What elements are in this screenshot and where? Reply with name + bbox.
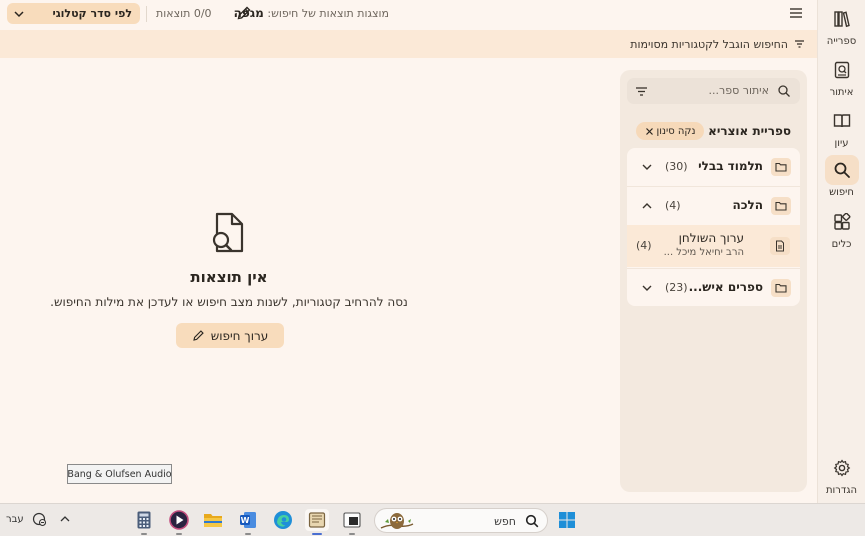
running-indicator	[312, 533, 322, 535]
locate-icon	[825, 55, 859, 85]
rail-label: עיון	[834, 138, 849, 149]
library-icon	[825, 4, 859, 34]
media-player-icon[interactable]	[167, 509, 191, 535]
divider	[146, 6, 147, 22]
close-icon	[645, 127, 653, 135]
category-tree: תלמוד בבלי (30) הלכה (4) ערוך השולחן הרב…	[627, 148, 800, 306]
gear-icon	[825, 453, 859, 483]
tree-item-aruch-hashulchan[interactable]: ערוך השולחן הרב יחיאל מיכל ... (4)	[627, 225, 800, 267]
search-placeholder: איתור ספר...	[708, 84, 769, 97]
tree-item-title: תלמוד בבלי	[698, 159, 763, 173]
tree-item-talmud-bavli[interactable]: תלמוד בבלי (30)	[627, 148, 800, 186]
chevron-down-icon	[14, 10, 24, 17]
tools-icon	[825, 207, 859, 237]
query-term: מגפה	[233, 6, 264, 20]
rail-label: כלים	[831, 239, 852, 250]
clear-filter-label: נקה סינון	[656, 125, 696, 137]
rail-item-library[interactable]: ספרייה	[818, 4, 865, 47]
query-description: מוצגות תוצאות של חיפוש: מגפה	[234, 6, 389, 20]
rail-label: הגדרות	[825, 485, 858, 496]
running-indicator	[141, 533, 147, 535]
filter-icon	[794, 39, 805, 49]
language-indicator[interactable]: עבר	[6, 514, 24, 525]
terminal-icon[interactable]	[340, 509, 364, 535]
clear-filter-chip[interactable]: נקה סינון	[636, 122, 704, 140]
filter-banner: החיפוש הוגבל לקטגוריות מסוימות	[0, 30, 817, 58]
search-icon	[525, 514, 539, 528]
top-toolbar: לפי סדר קטלוגי 0/0 תוצאות מוצגות תוצאות …	[0, 0, 817, 28]
taskbar-search[interactable]: חפש	[374, 508, 548, 533]
running-indicator	[245, 533, 251, 535]
empty-state-title: אין תוצאות	[190, 268, 268, 286]
sort-label: לפי סדר קטלוגי	[52, 7, 132, 20]
library-label: ספריית אוצריא	[708, 124, 791, 138]
file-search-icon	[209, 211, 247, 255]
menu-button[interactable]	[788, 6, 804, 20]
taskbar-search-text: חפש	[494, 515, 516, 528]
owl-icon	[379, 510, 415, 532]
rail-item-read[interactable]: עיון	[818, 106, 865, 149]
nav-rail: ספרייה איתור עיון חיפוש כלים הגדרות	[817, 0, 865, 503]
edge-icon[interactable]	[271, 509, 295, 531]
calculator-icon[interactable]	[132, 509, 156, 535]
audio-tooltip: Bang & Olufsen Audio	[67, 464, 172, 484]
word-icon[interactable]: W	[236, 509, 260, 535]
tree-item-count: (4)	[636, 239, 652, 252]
tree-item-count: (4)	[665, 199, 681, 212]
folder-icon	[771, 158, 791, 176]
chevron-down-icon[interactable]	[641, 161, 653, 173]
rail-label: חיפוש	[829, 187, 854, 198]
edit-search-button[interactable]: ערוך חיפוש	[176, 323, 284, 348]
search-icon	[824, 155, 859, 185]
filter-button[interactable]	[635, 86, 648, 97]
svg-text:W: W	[241, 516, 250, 525]
file-explorer-icon[interactable]	[201, 509, 225, 531]
book-open-icon	[825, 106, 859, 136]
running-indicator	[176, 533, 182, 535]
tree-item-title: ערוך השולחן	[678, 231, 744, 245]
folder-icon	[771, 279, 791, 297]
search-icon	[777, 84, 791, 98]
tree-item-title: הלכה	[732, 198, 763, 212]
windows-start-icon[interactable]	[555, 509, 579, 531]
tree-item-subtitle: הרב יחיאל מיכל ...	[663, 247, 744, 258]
taskbar: עבר W חפש	[0, 503, 865, 536]
chevron-up-icon[interactable]	[641, 200, 653, 212]
book-search-input[interactable]: איתור ספר...	[627, 78, 800, 104]
category-panel: איתור ספר... ספריית אוצריא נקה סינון תלמ…	[620, 70, 807, 492]
filter-icon	[636, 87, 647, 96]
tree-item-title: ספרים איש...	[688, 280, 763, 294]
rail-label: ספרייה	[826, 36, 857, 47]
otzaria-icon[interactable]	[305, 509, 329, 535]
hamburger-icon	[790, 8, 802, 18]
rail-item-search[interactable]: חיפוש	[818, 155, 865, 198]
results-count: 0/0 תוצאות	[156, 7, 212, 20]
edit-search-label: ערוך חיפוש	[210, 328, 269, 343]
rail-item-settings[interactable]: הגדרות	[818, 453, 865, 496]
folder-icon	[771, 197, 791, 215]
chevron-up-icon[interactable]	[59, 514, 71, 524]
tree-item-sefarim-ish[interactable]: ספרים איש... (23)	[627, 269, 800, 306]
tree-item-halacha[interactable]: הלכה (4)	[627, 187, 800, 225]
empty-state-subtitle: נסה להרחיב קטגוריות, לשנות מצב חיפוש או …	[50, 295, 408, 309]
tree-item-count: (30)	[665, 160, 688, 173]
rail-item-tools[interactable]: כלים	[818, 207, 865, 250]
pencil-icon	[192, 330, 204, 341]
network-icon[interactable]	[32, 512, 47, 527]
banner-text: החיפוש הוגבל לקטגוריות מסוימות	[630, 38, 788, 51]
rail-item-locate[interactable]: איתור	[818, 55, 865, 98]
tree-item-count: (23)	[665, 281, 688, 294]
query-prefix: מוצגות תוצאות של חיפוש:	[267, 7, 389, 20]
rail-label: איתור	[829, 87, 854, 98]
running-indicator	[349, 533, 355, 535]
book-icon	[770, 237, 790, 255]
chevron-down-icon[interactable]	[641, 282, 653, 294]
sort-dropdown[interactable]: לפי סדר קטלוגי	[7, 3, 140, 24]
